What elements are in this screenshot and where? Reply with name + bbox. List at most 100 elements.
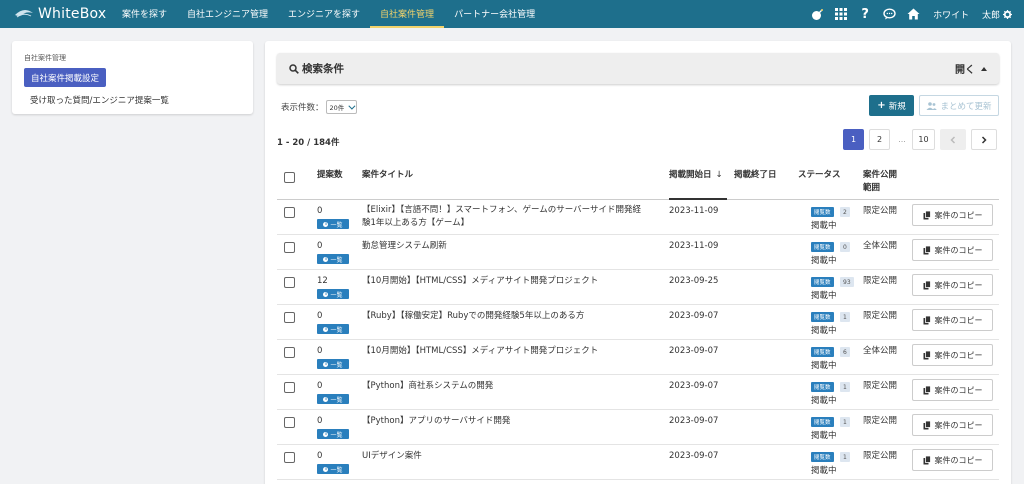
row-checkbox[interactable] [284, 242, 295, 253]
proposal-list-button[interactable]: i 一覧 [317, 464, 349, 474]
prev-page-button[interactable] [940, 129, 966, 150]
publish-scope: 全体公開 [863, 241, 898, 251]
publish-scope: 全体公開 [863, 346, 898, 356]
status-text: 掲載中 [811, 221, 837, 231]
page-ellipsis: ... [895, 129, 909, 150]
copy-button-label: 案件のコピー [934, 210, 983, 220]
project-title-line1: UIデザイン案件 [362, 451, 422, 461]
project-title-line1: 【Ruby】【稼働安定】Rubyでの開発経験5年以上のある方 [362, 311, 585, 321]
select-all-checkbox[interactable] [284, 172, 295, 183]
sidebar-title: 自社案件管理 [24, 54, 66, 62]
info-icon: i [323, 431, 329, 437]
proposal-list-button[interactable]: i 一覧 [317, 289, 349, 299]
project-title[interactable]: 【Python】アプリのサーバサイド開発 [362, 415, 662, 428]
table-row: 0 i 一覧 勤怠管理システム刷新 2023-11-09 閲覧数 0 掲載中 全体… [277, 235, 999, 270]
proposal-list-button[interactable]: i 一覧 [317, 254, 349, 264]
project-title[interactable]: 【10月開始】【HTML/CSS】メディアサイト開発プロジェクト [362, 275, 662, 288]
bulk-update-button[interactable]: まとめて更新 [919, 95, 999, 116]
row-checkbox[interactable] [284, 452, 295, 463]
search-conditions-bar[interactable]: 検索条件 開く [277, 53, 999, 84]
plus-icon: + [877, 100, 886, 111]
row-checkbox[interactable] [284, 382, 295, 393]
list-badge-label: 一覧 [330, 256, 343, 264]
page-button-1[interactable]: 1 [843, 129, 864, 150]
project-title[interactable]: 【10月開始】【HTML/CSS】メディアサイト開発プロジェクト [362, 345, 662, 358]
sort-arrow-down-icon: ↓ [715, 170, 723, 180]
proposal-count: 0 [317, 381, 323, 391]
copy-project-button[interactable]: 案件のコピー [912, 449, 993, 471]
status-text: 掲載中 [811, 466, 837, 476]
proposal-list-button[interactable]: i 一覧 [317, 324, 349, 334]
copy-project-button[interactable]: 案件のコピー [912, 274, 993, 296]
grid-icon[interactable] [829, 0, 853, 28]
sidebar-item-received-questions[interactable]: 受け取った質問/エンジニア提案一覧 [30, 93, 169, 107]
table-row: 0 i 一覧 【10月開始】【HTML/CSS】メディアサイト開発プロジェクト 2… [277, 340, 999, 375]
nav-item-own-projects[interactable]: 自社案件管理 [370, 0, 445, 28]
header-proposals[interactable]: 提案数 [317, 169, 343, 182]
copy-project-button[interactable]: 案件のコピー [912, 239, 993, 261]
project-title-line2: 験1年以上ある方【ゲーム】 [362, 218, 470, 228]
gear-icon[interactable] [1000, 0, 1014, 28]
proposal-list-button[interactable]: i 一覧 [317, 219, 349, 229]
nav-item-find-projects[interactable]: 案件を探す [112, 0, 177, 28]
project-title[interactable]: 【Elixir】【言語不問！】スマートフォン、ゲームのサーバーサイド開発経 験1… [362, 204, 662, 230]
proposal-count: 12 [317, 276, 328, 286]
header-scope-line1: 案件公開 [863, 170, 898, 180]
project-title[interactable]: 【Python】商社系システムの開発 [362, 380, 662, 393]
copy-project-button[interactable]: 案件のコピー [912, 414, 993, 436]
proposal-list-button[interactable]: i 一覧 [317, 394, 349, 404]
row-checkbox[interactable] [284, 417, 295, 428]
info-icon: i [323, 221, 329, 227]
info-icon: i [323, 256, 329, 262]
copy-project-button[interactable]: 案件のコピー [912, 309, 993, 331]
header-status[interactable]: ステータス [798, 169, 841, 182]
header-scope[interactable]: 案件公開 範囲 [863, 169, 897, 195]
sidebar-item-project-settings[interactable]: 自社案件掲載設定 [24, 68, 107, 87]
user-menu[interactable]: ホワイト 太郎 [931, 8, 1000, 21]
help-icon[interactable]: ? [853, 0, 877, 28]
page-button-10[interactable]: 10 [912, 129, 935, 150]
nav-item-own-engineers[interactable]: 自社エンジニア管理 [177, 0, 278, 28]
per-page-value: 20件 [329, 104, 345, 112]
search-expand-toggle[interactable]: 開く [955, 61, 987, 76]
row-checkbox[interactable] [284, 207, 295, 218]
table-row: 0 i 一覧 【Ruby】【稼働安定】Rubyでの開発経験5年以上のある方 202… [277, 305, 999, 340]
project-title[interactable]: UIデザイン案件 [362, 450, 662, 463]
copy-project-button[interactable]: 案件のコピー [912, 344, 993, 366]
project-title[interactable]: 【Ruby】【稼働安定】Rubyでの開発経験5年以上のある方 [362, 310, 662, 323]
bomb-icon[interactable] [805, 0, 829, 28]
header-start-date[interactable]: 掲載開始日 ↓ [669, 169, 723, 182]
project-title-line1: 勤怠管理システム刷新 [362, 241, 447, 251]
row-checkbox[interactable] [284, 312, 295, 323]
chat-icon[interactable] [877, 0, 901, 28]
row-checkbox[interactable] [284, 277, 295, 288]
project-title[interactable]: 勤怠管理システム刷新 [362, 240, 662, 253]
copy-button-label: 案件のコピー [934, 245, 983, 255]
info-icon: i [323, 326, 329, 332]
start-date: 2023-09-07 [669, 451, 719, 461]
copy-button-label: 案件のコピー [934, 420, 983, 430]
status-views-badge: 閲覧数 [811, 207, 834, 217]
copy-button-label: 案件のコピー [934, 455, 983, 465]
new-project-button[interactable]: + 新規 [869, 95, 914, 116]
brand-logo[interactable]: WhiteBox [0, 0, 112, 28]
home-icon[interactable] [901, 0, 925, 28]
per-page-select[interactable]: 20件 [325, 100, 358, 114]
copy-project-button[interactable]: 案件のコピー [912, 379, 993, 401]
bulk-button-label: まとめて更新 [940, 101, 992, 112]
publish-scope: 限定公開 [863, 451, 898, 461]
row-checkbox[interactable] [284, 347, 295, 358]
status-views-count: 1 [840, 382, 850, 392]
status-text: 掲載中 [811, 431, 837, 441]
proposal-list-button[interactable]: i 一覧 [317, 359, 349, 369]
header-title[interactable]: 案件タイトル [362, 169, 413, 182]
nav-actions: ? ホワイト 太郎 [805, 0, 1024, 28]
main-nav: 案件を探す 自社エンジニア管理 エンジニアを探す 自社案件管理 パートナー会社管… [112, 0, 545, 28]
header-end-date[interactable]: 掲載終了日 [734, 169, 777, 182]
page-button-2[interactable]: 2 [869, 129, 890, 150]
copy-project-button[interactable]: 案件のコピー [912, 204, 993, 226]
next-page-button[interactable] [971, 129, 997, 150]
proposal-list-button[interactable]: i 一覧 [317, 429, 349, 439]
nav-item-partner-companies[interactable]: パートナー会社管理 [444, 0, 545, 28]
nav-item-find-engineers[interactable]: エンジニアを探す [278, 0, 370, 28]
